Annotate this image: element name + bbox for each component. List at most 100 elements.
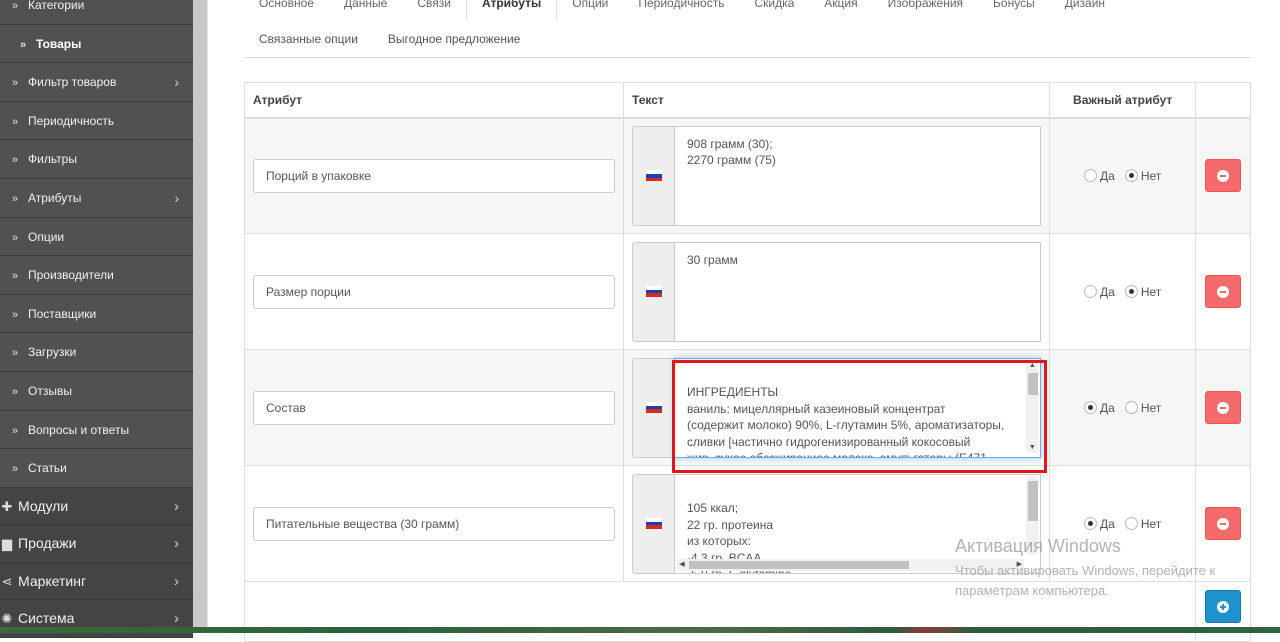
sidebar-item-sales[interactable]: ▆ Продажи › [0, 525, 193, 563]
radio-no[interactable] [1124, 517, 1138, 530]
sidebar: » Категории » Товары » Фильтр товаров › » Пер… [0, 0, 193, 638]
important-cell: Да Нет [1049, 117, 1197, 234]
scroll-down-icon[interactable]: ▼ [1026, 443, 1038, 453]
radio-label-no: Нет [1140, 400, 1162, 415]
important-radio-group: Да Нет [1050, 517, 1195, 531]
important-cell: Да Нет [1049, 465, 1197, 582]
radio-option-yes[interactable]: Да [1084, 401, 1115, 415]
scroll-left-icon[interactable]: ◀ [677, 559, 687, 571]
tab-images[interactable]: Изображения [873, 0, 978, 20]
tab-best-offer[interactable]: Выгодное предложение [373, 30, 535, 50]
tab-options[interactable]: Опции [557, 0, 623, 20]
sidebar-item-product-filter[interactable]: » Фильтр товаров › [0, 63, 193, 102]
language-addon [632, 125, 674, 226]
chevron-right-icon: › [174, 189, 179, 206]
radio-no[interactable] [1124, 401, 1138, 414]
attribute-name-input[interactable]: Состав [253, 390, 615, 425]
radio-option-no[interactable]: Нет [1124, 517, 1161, 531]
column-header-text: Текст [622, 82, 1051, 119]
table-row: Питательные вещества (30 грамм) 105 ккал… [244, 465, 1251, 582]
text-cell: 105 ккал; 22 гр. протеина из которых: -4… [622, 465, 1051, 582]
tabs-row-primary: Основное Данные Связи Атрибуты Опции Пер… [244, 0, 1120, 20]
sidebar-item-label: Система [18, 610, 75, 627]
sidebar-item-filters[interactable]: » Фильтры [0, 140, 193, 179]
attribute-name-input[interactable]: Питательные вещества (30 грамм) [253, 506, 615, 541]
sidebar-item-marketing[interactable]: ⋖ Маркетинг › [0, 562, 193, 601]
tab-links[interactable]: Связи [402, 0, 466, 20]
sidebar-item-articles[interactable]: » Статьи [0, 449, 193, 488]
attribute-cell: Размер порции [244, 233, 624, 350]
minus-circle-icon [1217, 170, 1230, 183]
puzzle-icon: ✚ [1, 498, 13, 514]
horizontal-scrollbar[interactable]: ◀ ▶ [677, 558, 1025, 571]
scrollbar-thumb[interactable] [1028, 372, 1039, 395]
sidebar-item-periodicity[interactable]: » Периодичность [0, 102, 193, 141]
radio-no[interactable] [1124, 285, 1138, 298]
sidebar-item-products[interactable]: » Товары [0, 25, 193, 64]
attribute-text-area[interactable]: 30 грамм [674, 241, 1042, 342]
attribute-text-area[interactable]: ИНГРЕДИЕНТЫ ваниль: мицеллярный казеинов… [674, 357, 1042, 458]
remove-attribute-button[interactable] [1205, 507, 1242, 540]
radio-yes[interactable] [1084, 401, 1098, 414]
sidebar-item-questions[interactable]: » Вопросы и ответы [0, 411, 193, 450]
remove-attribute-button[interactable] [1205, 159, 1242, 193]
tab-data[interactable]: Данные [329, 0, 402, 20]
attribute-name-input[interactable]: Порций в упаковке [253, 158, 615, 193]
double-chevron-icon: » [12, 424, 19, 437]
important-radio-group: Да Нет [1050, 169, 1195, 183]
sidebar-item-label: Фильтры [28, 152, 77, 167]
tab-bonuses[interactable]: Бонусы [978, 0, 1050, 20]
tab-discount[interactable]: Скидка [739, 0, 809, 20]
sidebar-item-options[interactable]: » Опции [0, 218, 193, 257]
radio-yes[interactable] [1084, 517, 1098, 530]
scroll-right-icon[interactable]: ▶ [1014, 559, 1024, 571]
sidebar-item-categories[interactable]: » Категории [0, 0, 193, 25]
radio-no[interactable] [1124, 169, 1138, 183]
attribute-text-area[interactable]: 105 ккал; 22 гр. протеина из которых: -4… [674, 473, 1042, 574]
radio-yes[interactable] [1084, 169, 1098, 183]
sidebar-item-reviews[interactable]: » Отзывы [0, 372, 193, 411]
minus-circle-icon [1217, 402, 1230, 414]
vertical-scrollbar[interactable]: ▲ ▼ [1026, 360, 1039, 453]
sidebar-item-label: Периодичность [28, 113, 115, 128]
radio-option-yes[interactable]: Да [1084, 169, 1115, 183]
sidebar-item-manufacturers[interactable]: » Производители [0, 256, 193, 295]
radio-option-yes[interactable]: Да [1084, 517, 1115, 531]
radio-option-yes[interactable]: Да [1084, 285, 1115, 299]
sidebar-item-label: Маркетинг [18, 572, 87, 589]
radio-yes[interactable] [1084, 285, 1098, 298]
remove-attribute-button[interactable] [1205, 275, 1242, 308]
attribute-text-area[interactable]: 908 грамм (30); 2270 грамм (75) [674, 125, 1042, 226]
sidebar-item-attributes[interactable]: » Атрибуты › [0, 179, 193, 218]
scroll-up-icon[interactable]: ▲ [1026, 361, 1038, 371]
sidebar-item-label: Отзывы [28, 383, 72, 398]
radio-option-no[interactable]: Нет [1124, 285, 1161, 299]
table-row: Состав ИНГРЕДИЕНТЫ ваниль: мицеллярный к… [244, 349, 1251, 466]
tab-related-options[interactable]: Связанные опции [244, 30, 373, 50]
attribute-name-input[interactable]: Размер порции [253, 274, 615, 309]
sidebar-item-label: Модули [18, 497, 69, 514]
radio-option-no[interactable]: Нет [1124, 169, 1161, 183]
tab-attributes[interactable]: Атрибуты [465, 0, 558, 20]
table-row: Размер порции 30 грамм Да Нет [244, 233, 1251, 350]
tab-design[interactable]: Дизайн [1050, 0, 1120, 20]
double-chevron-icon: » [12, 308, 19, 321]
remove-attribute-button[interactable] [1205, 391, 1242, 424]
add-attribute-button[interactable] [1205, 590, 1242, 623]
double-chevron-icon: » [12, 463, 19, 476]
tab-special[interactable]: Акция [809, 0, 872, 20]
share-icon: ⋖ [1, 573, 13, 589]
sidebar-item-modules[interactable]: ✚ Модули › [0, 487, 193, 526]
scrollbar-thumb[interactable] [689, 560, 909, 569]
sidebar-scroll-gutter [193, 0, 207, 633]
radio-option-no[interactable]: Нет [1124, 400, 1162, 415]
sidebar-item-downloads[interactable]: » Загрузки [0, 333, 193, 372]
sidebar-item-suppliers[interactable]: » Поставщики [0, 295, 193, 334]
tab-general[interactable]: Основное [244, 0, 329, 20]
important-radio-group: Да Нет [1050, 285, 1195, 299]
scrollbar-thumb[interactable] [1028, 480, 1039, 521]
language-addon [632, 473, 674, 574]
double-chevron-icon: » [12, 270, 19, 283]
tab-periodicity[interactable]: Периодичность [623, 0, 739, 20]
vertical-scrollbar[interactable] [1026, 476, 1039, 555]
